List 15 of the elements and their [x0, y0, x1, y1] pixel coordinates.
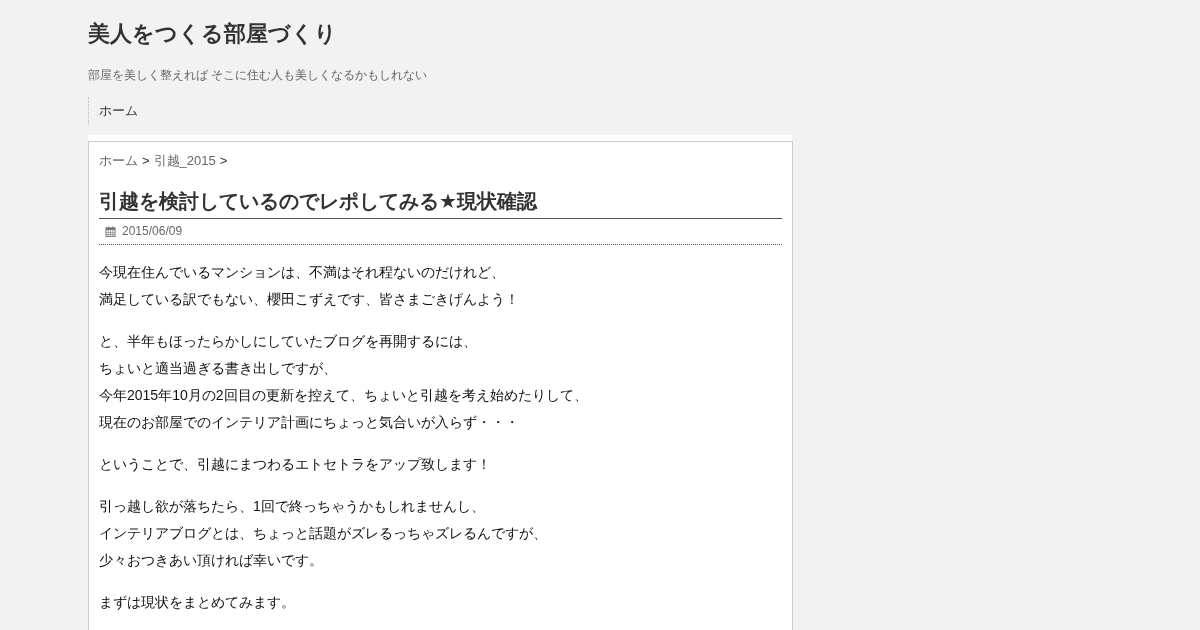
site-tagline: 部屋を美しく整えれば そこに住む人も美しくなるかもしれない	[88, 67, 429, 83]
paragraph: 今現在住んでいるマンションは、不満はそれ程ないのだけれど、 満足している訳でもない、櫻田こずえです、皆さまごきげんよう！	[99, 263, 520, 309]
post-date: 2015/06/09	[122, 224, 183, 238]
breadcrumb-link[interactable]: ホーム	[99, 152, 138, 170]
breadcrumb-separator: >	[219, 152, 228, 170]
paragraph: と、半年もほったらかしにしていたブログを再開するには、 ちょいと適当過ぎる書き出しですが、 今年2015年10月の2回目の更新を控えて、ちょいと引越を考え始めたりして、 現在のお部屋でのインテリア計画にちょっと気合いが入らず・・・	[99, 332, 589, 432]
nav-link[interactable]: ホーム	[88, 97, 148, 125]
breadcrumb-link[interactable]: 引越_2015	[153, 152, 216, 170]
paragraph: まずは現状をまとめてみます。	[99, 593, 296, 612]
calendar-icon	[105, 225, 116, 237]
paragraph: ということで、引越にまつわるエトセトラをアップ致します！	[99, 455, 492, 474]
post-title: 引越を検討しているのでレポしてみる★現状確認	[99, 188, 782, 219]
breadcrumb-separator: >	[142, 152, 150, 170]
paragraph: 引っ越し欲が落ちたら、1回で終っちゃうかもしれませんし、 インテリアブログとは、ちょっと話題がズレるっちゃズレるんですが、 少々おつきあい頂ければ幸いです。	[99, 497, 548, 570]
site-title[interactable]: 美人をつくる部屋づくり	[88, 19, 793, 49]
